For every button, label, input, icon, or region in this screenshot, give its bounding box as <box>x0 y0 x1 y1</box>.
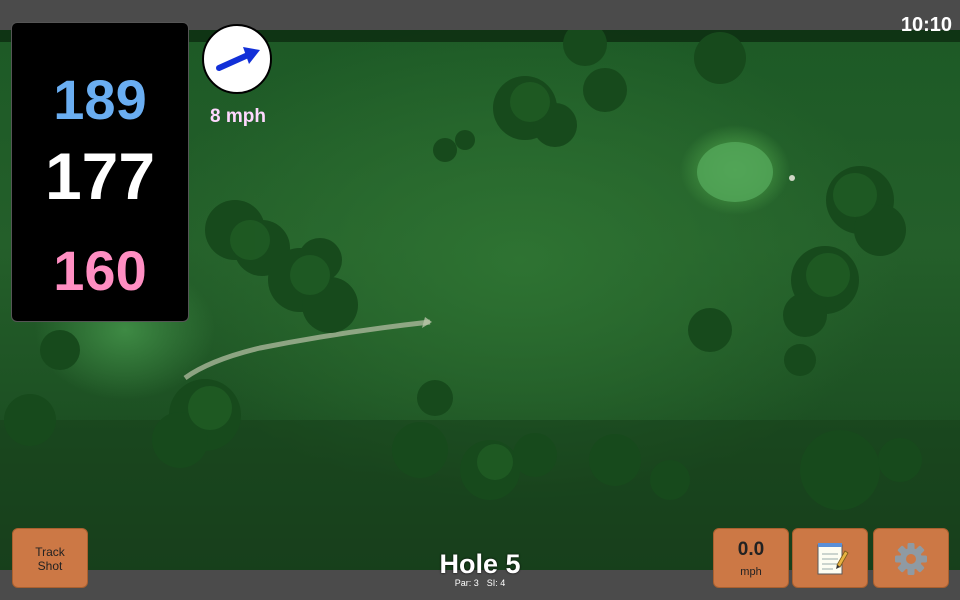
back-yardage: 189 <box>53 68 147 131</box>
notepad-icon <box>817 543 849 575</box>
hole-title: Hole 5 <box>439 549 521 579</box>
settings-button[interactable] <box>873 528 949 588</box>
clock: 10:10 <box>900 14 952 36</box>
hole-par: Par: 3 <box>454 578 479 588</box>
wind-button-value: 0.0 <box>737 539 765 560</box>
wind-button-unit: mph <box>740 566 762 578</box>
hole-stroke-index: SI: 4 <box>486 578 506 588</box>
notes-button[interactable] <box>792 528 868 588</box>
front-yardage: 160 <box>53 239 147 302</box>
track-shot-button[interactable]: Track Shot <box>12 528 88 588</box>
wind-speed-label: 8 mph <box>210 106 266 127</box>
track-shot-label-line2: Shot <box>37 559 63 573</box>
middle-yardage: 177 <box>44 139 156 213</box>
hole-info: Par: 3 SI: 4 <box>380 578 580 588</box>
yardage-panel: 189 177 160 <box>11 22 189 322</box>
track-shot-label-line1: Track <box>35 545 65 559</box>
wind-speed-button[interactable]: 0.0 mph <box>713 528 789 588</box>
wind-direction-dial <box>202 24 272 94</box>
gear-icon <box>895 543 927 575</box>
wind-arrow-icon <box>216 47 260 71</box>
